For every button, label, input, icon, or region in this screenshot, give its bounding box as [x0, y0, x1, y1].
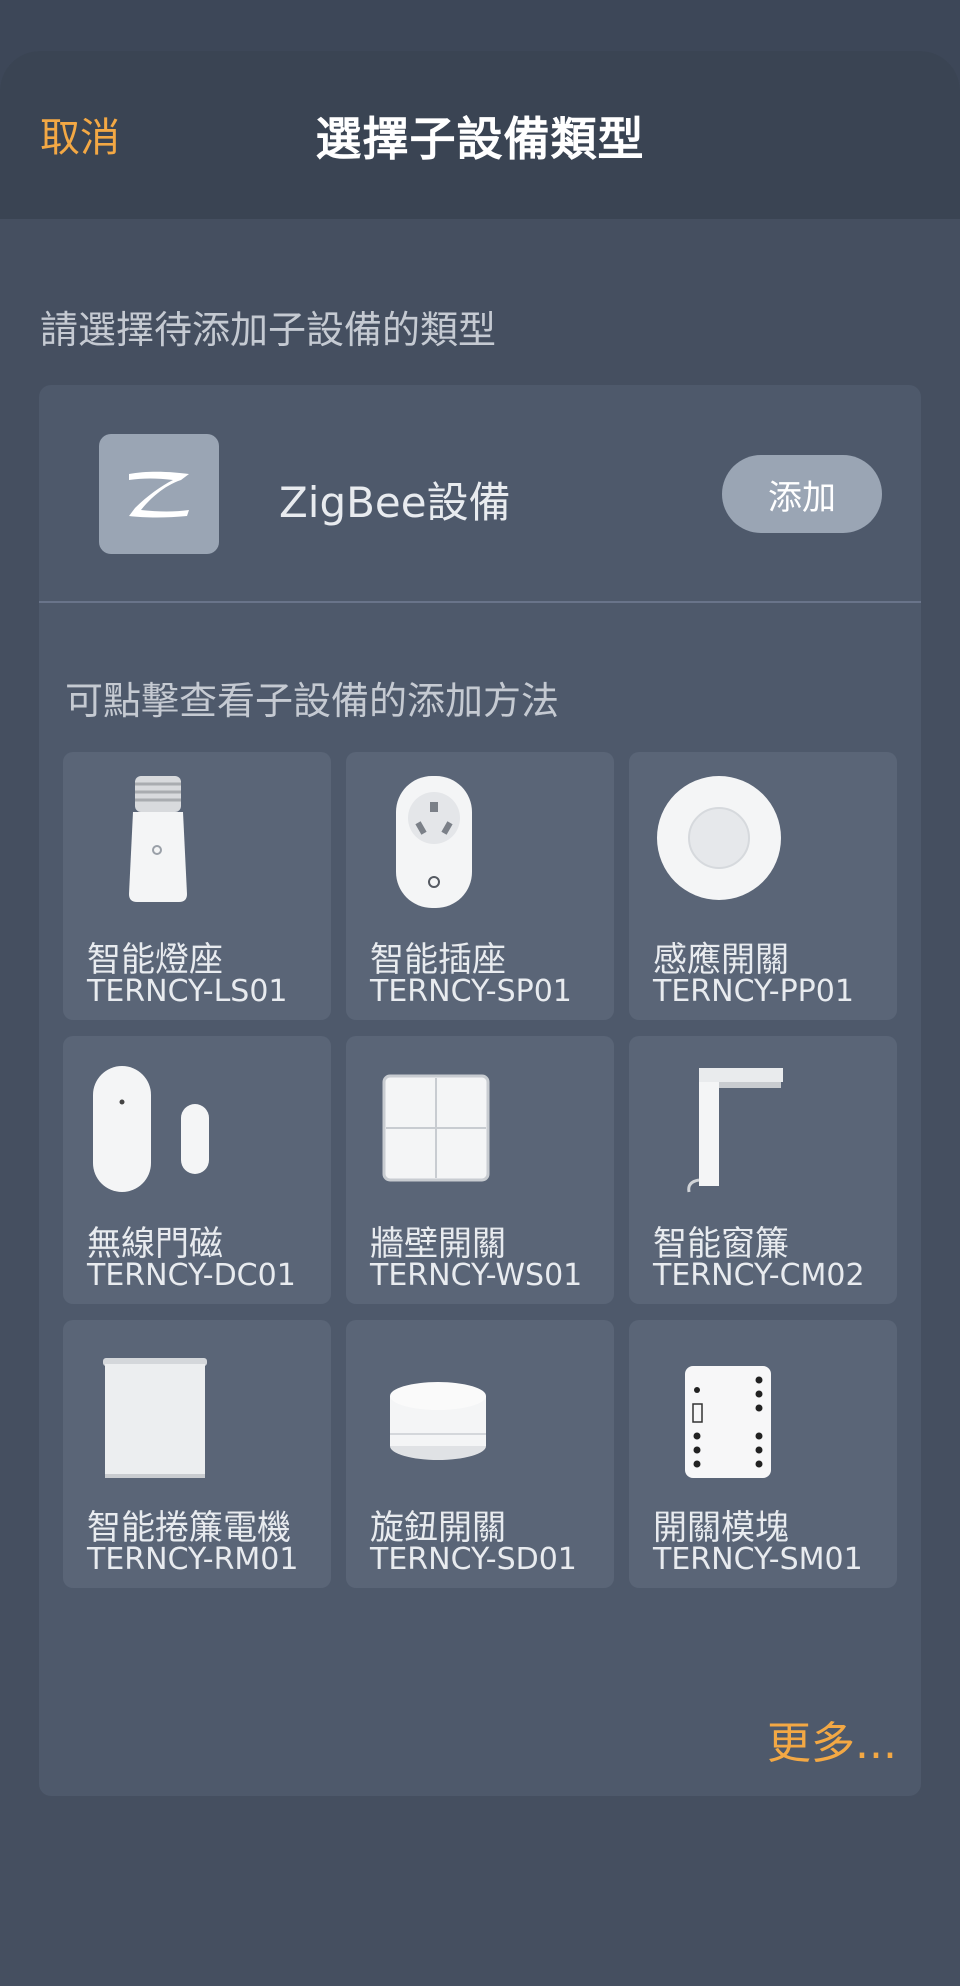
- nav-bar: 取消 選擇子設備類型: [0, 51, 960, 219]
- device-tile-knob-switch[interactable]: 旋鈕開關 TERNCY-SD01: [346, 1320, 614, 1588]
- zigbee-device-name: ZigBee設備: [279, 478, 511, 527]
- device-tile-lamp-holder[interactable]: 智能燈座 TERNCY-LS01: [63, 752, 331, 1020]
- switch-module-icon: [685, 1366, 771, 1478]
- bottom-sheet: 取消 選擇子設備類型 請選擇待添加子設備的類型 ZigBee設備 添加 可點擊查…: [0, 51, 960, 1986]
- add-button[interactable]: 添加: [722, 455, 882, 533]
- screen: 取消 選擇子設備類型 請選擇待添加子設備的類型 ZigBee設備 添加 可點擊查…: [0, 0, 960, 1986]
- wall-switch-icon: [382, 1074, 490, 1182]
- curtain-motor-icon: [687, 1068, 783, 1193]
- knob-switch-icon: [390, 1382, 486, 1460]
- roller-blind-icon: [103, 1358, 207, 1478]
- device-model: TERNCY-PP01: [653, 974, 854, 1009]
- device-model: TERNCY-SP01: [370, 974, 572, 1009]
- device-type-card: ZigBee設備 添加 可點擊查看子設備的添加方法 智能燈座 TERNCY-LS…: [39, 385, 921, 1796]
- door-sensor-icon: [93, 1066, 209, 1192]
- device-model: TERNCY-LS01: [87, 974, 288, 1009]
- device-tile-switch-module[interactable]: 開關模塊 TERNCY-SM01: [629, 1320, 897, 1588]
- section-hint: 請選擇待添加子設備的類型: [40, 308, 497, 352]
- zigbee-row: ZigBee設備 添加: [39, 385, 921, 603]
- device-tile-curtain[interactable]: 智能窗簾 TERNCY-CM02: [629, 1036, 897, 1304]
- device-model: TERNCY-SM01: [653, 1542, 863, 1577]
- device-model: TERNCY-SD01: [370, 1542, 577, 1577]
- device-tile-door-sensor[interactable]: 無線門磁 TERNCY-DC01: [63, 1036, 331, 1304]
- more-link[interactable]: 更多...: [767, 1707, 897, 1771]
- lamp-holder-icon: [129, 776, 187, 902]
- device-grid: 智能燈座 TERNCY-LS01 智能插座 TERNCY-SP01 感應開關 T…: [63, 752, 897, 1588]
- device-model: TERNCY-DC01: [87, 1258, 296, 1293]
- device-model: TERNCY-CM02: [653, 1258, 865, 1293]
- zigbee-logo-icon: [99, 434, 219, 554]
- device-tile-roller-blind[interactable]: 智能捲簾電機 TERNCY-RM01: [63, 1320, 331, 1588]
- page-title: 選擇子設備類型: [315, 112, 645, 166]
- device-tile-smart-plug[interactable]: 智能插座 TERNCY-SP01: [346, 752, 614, 1020]
- device-tile-wall-switch[interactable]: 牆壁開關 TERNCY-WS01: [346, 1036, 614, 1304]
- device-model: TERNCY-RM01: [87, 1542, 299, 1577]
- device-model: TERNCY-WS01: [370, 1258, 583, 1293]
- round-button-icon: [657, 776, 781, 900]
- device-tile-motion-switch[interactable]: 感應開關 TERNCY-PP01: [629, 752, 897, 1020]
- guide-hint: 可點擊查看子設備的添加方法: [65, 679, 560, 723]
- smart-plug-icon: [396, 776, 472, 908]
